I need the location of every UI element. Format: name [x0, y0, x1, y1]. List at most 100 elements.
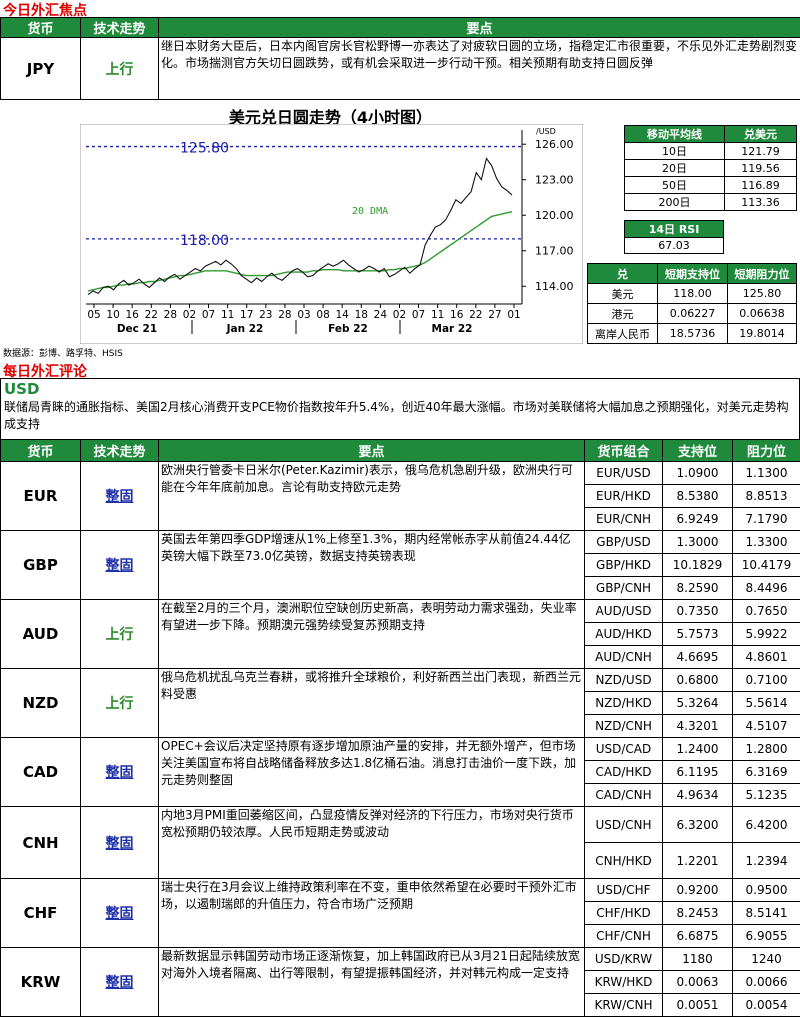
ma-table: 移动平均线 兑美元 10日121.79 20日119.56 50日116.89 …: [624, 125, 797, 211]
jpy-trend: 上行: [81, 38, 159, 100]
currency-pair: KRW/HKD: [585, 971, 663, 994]
review-row: CHF整固瑞士央行在3月会议上维持政策利率在不变，重申依然希望在必要时干预外汇市…: [1, 879, 800, 902]
currency-pair: NZD/CNH: [585, 715, 663, 738]
currency-code: NZD: [1, 669, 81, 738]
sr-resistance: 125.80: [728, 284, 797, 304]
support-level: 1180: [663, 948, 733, 971]
resistance-level: 0.7100: [733, 669, 800, 692]
support-level: 0.0063: [663, 971, 733, 994]
currency-pair: USD/CAD: [585, 738, 663, 761]
ma-period: 50日: [625, 177, 725, 194]
x-tick-label: 11: [431, 309, 444, 321]
resistance-level: 1.2394: [733, 843, 800, 879]
resistance-level: 8.4496: [733, 577, 800, 600]
ma-period: 10日: [625, 143, 725, 160]
y-tick-label: 123.00: [535, 174, 574, 187]
x-tick-label: 07: [412, 309, 425, 321]
trend-label: 上行: [81, 600, 159, 669]
resistance-level: 4.5107: [733, 715, 800, 738]
sr-header-resistance: 短期阻力位: [728, 264, 797, 284]
currency-pair: USD/KRW: [585, 948, 663, 971]
currency-pair: NZD/HKD: [585, 692, 663, 715]
review-table: 货币 技术走势 要点 货币组合 支持位 阻力位 EUR整固欧洲央行管委卡日米尔(…: [0, 439, 800, 1017]
x-tick-label: 02: [183, 309, 196, 321]
x-tick-label: 18: [355, 309, 368, 321]
x-tick-label: 11: [221, 309, 234, 321]
resistance-level: 4.8601: [733, 646, 800, 669]
header-currency: 货币: [1, 18, 81, 38]
resistance-level: 1240: [733, 948, 800, 971]
x-tick-label: 27: [488, 309, 501, 321]
review-row: NZD上行俄乌危机扰乱乌克兰春耕，或将推升全球粮价，利好新西兰出门表现，新西兰元…: [1, 669, 800, 692]
resistance-level: 1.2800: [733, 738, 800, 761]
ma-value: 121.79: [725, 143, 797, 160]
currency-code: CHF: [1, 879, 81, 948]
key-points: 俄乌危机扰乱乌克兰春耕，或将推升全球粮价，利好新西兰出门表现，新西兰元料受惠: [159, 669, 585, 738]
sr-header-support: 短期支持位: [658, 264, 728, 284]
review-row: KRW整固最新数据显示韩国劳动市场正逐渐恢复，加上韩国政府已从3月21日起陆续放…: [1, 948, 800, 971]
support-level: 1.0900: [663, 462, 733, 485]
x-tick-label: 22: [469, 309, 482, 321]
currency-pair: KRW/CNH: [585, 994, 663, 1017]
sr-currency: 离岸人民币: [588, 324, 658, 344]
resistance-level: 0.0054: [733, 994, 800, 1017]
currency-pair: CAD/CNH: [585, 784, 663, 807]
rsi-table: 14日 RSI 67.03: [624, 220, 724, 254]
x-tick-label: 16: [125, 309, 139, 321]
header-support: 支持位: [663, 440, 733, 462]
sr-resistance: 19.8014: [728, 324, 797, 344]
review-row: AUD上行在截至2月的三个月，澳洲职位空缺创历史新高，表明劳动力需求强劲，失业率…: [1, 600, 800, 623]
currency-code: CAD: [1, 738, 81, 807]
ma-header-label: 移动平均线: [625, 126, 725, 143]
currency-pair: USD/CNH: [585, 807, 663, 843]
x-group-label: Jan 22: [226, 323, 264, 335]
trend-label: 整固: [81, 948, 159, 1017]
support-level: 5.7573: [663, 623, 733, 646]
header-points: 要点: [159, 18, 800, 38]
sr-header-vs: 兑: [588, 264, 658, 284]
support-level: 10.1829: [663, 554, 733, 577]
currency-pair: EUR/HKD: [585, 485, 663, 508]
currency-pair: AUD/USD: [585, 600, 663, 623]
currency-pair: AUD/CNH: [585, 646, 663, 669]
key-points: 最新数据显示韩国劳动市场正逐渐恢复，加上韩国政府已从3月21日起陆续放宽对海外入…: [159, 948, 585, 1017]
x-tick-label: 16: [450, 309, 464, 321]
x-group-label: Feb 22: [328, 323, 368, 335]
x-tick-label: 24: [374, 309, 388, 321]
review-row: GBP整固英国去年第四季GDP增速从1%上修至1.3%，期内经常帐赤字从前值24…: [1, 531, 800, 554]
header-currency: 货币: [1, 440, 81, 462]
key-points: 英国去年第四季GDP增速从1%上修至1.3%，期内经常帐赤字从前值24.44亿英…: [159, 531, 585, 600]
x-tick-label: 14: [335, 309, 349, 321]
trend-label: 整固: [81, 462, 159, 531]
resistance-level: 5.9922: [733, 623, 800, 646]
currency-code: GBP: [1, 531, 81, 600]
currency-pair: EUR/CNH: [585, 508, 663, 531]
sr-support: 118.00: [658, 284, 728, 304]
support-level: 6.3200: [663, 807, 733, 843]
currency-pair: GBP/USD: [585, 531, 663, 554]
x-tick-label: 10: [106, 309, 119, 321]
sr-currency: 港元: [588, 304, 658, 324]
currency-pair: CAD/HKD: [585, 761, 663, 784]
usd-text: 联储局青睐的通胀指标、美国2月核心消费开支PCE物价指数按年升5.4%，创近40…: [1, 399, 799, 433]
x-tick-label: 23: [259, 309, 272, 321]
ma-value: 113.36: [725, 194, 797, 211]
currency-pair: NZD/USD: [585, 669, 663, 692]
x-tick-label: 17: [240, 309, 253, 321]
currency-pair: GBP/CNH: [585, 577, 663, 600]
header-trend: 技术走势: [81, 18, 159, 38]
x-tick-label: 28: [278, 309, 291, 321]
support-level: 0.0051: [663, 994, 733, 1017]
sr-support: 18.5736: [658, 324, 728, 344]
ma-value: 116.89: [725, 177, 797, 194]
support-level: 0.6800: [663, 669, 733, 692]
sr-currency: 美元: [588, 284, 658, 304]
resistance-level: 10.4179: [733, 554, 800, 577]
usdjpy-chart: /USD126.00123.00120.00117.00114.00125.80…: [80, 124, 583, 344]
support-level: 4.6695: [663, 646, 733, 669]
sr-support: 0.06227: [658, 304, 728, 324]
ma-period: 20日: [625, 160, 725, 177]
review-row: CAD整固OPEC+会议后决定坚持原有逐步增加原油产量的安排，并无额外增产，但市…: [1, 738, 800, 761]
currency-code: AUD: [1, 600, 81, 669]
resistance-level: 1.1300: [733, 462, 800, 485]
